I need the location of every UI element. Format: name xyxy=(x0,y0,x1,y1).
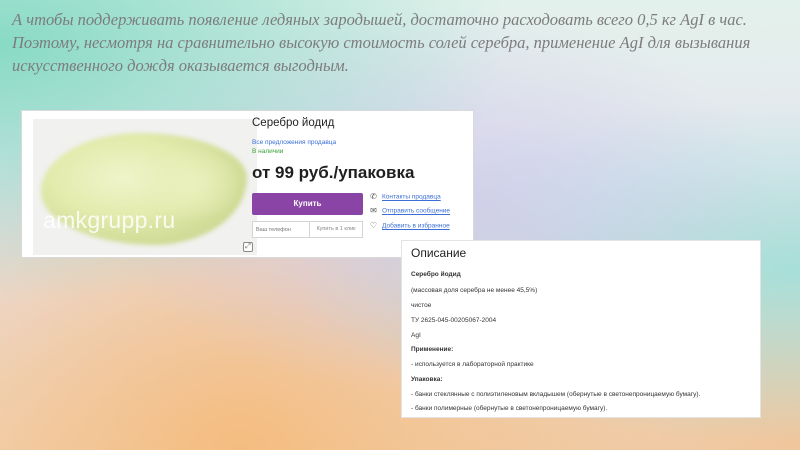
seller-contacts-label: Контакты продавца xyxy=(382,193,441,201)
description-standard: ТУ 2625-045-00205067-2004 xyxy=(411,317,497,324)
description-purity: чистое xyxy=(411,302,432,309)
envelope-icon: ✉ xyxy=(370,206,377,215)
phone-icon: ✆ xyxy=(370,192,377,201)
photo-watermark: amkgrupp.ru xyxy=(43,207,176,233)
send-message-link[interactable]: ✉ Отправить сообщение xyxy=(369,207,469,215)
add-favorite-link[interactable]: ♡ Добавить в избранное xyxy=(369,222,469,230)
description-usage: - используется в лабораторной практике xyxy=(411,361,534,368)
buy-button[interactable]: Купить xyxy=(252,193,363,215)
add-favorite-label: Добавить в избранное xyxy=(382,222,450,230)
one-click-buy-button[interactable]: Купить в 1 клик xyxy=(310,221,363,238)
send-message-label: Отправить сообщение xyxy=(382,207,451,215)
product-card: amkgrupp.ru ⤢ xyxy=(21,110,474,258)
phone-input[interactable] xyxy=(252,221,310,238)
stock-status: В наличии xyxy=(252,148,284,155)
zoom-icon[interactable]: ⤢ xyxy=(243,242,253,252)
description-product-name: Серебро йодид xyxy=(411,271,461,278)
heart-icon: ♡ xyxy=(369,221,378,230)
product-photo[interactable]: amkgrupp.ru ⤢ xyxy=(33,119,257,255)
product-price: от 99 руб./упаковка xyxy=(252,163,415,182)
description-silver-share: (массовая доля серебра не менее 45,5%) xyxy=(411,287,538,294)
description-formula: AgI xyxy=(411,332,421,339)
description-packaging-glass: - банки стеклянные с полиэтиленовым вкла… xyxy=(411,391,701,398)
product-title: Серебро йодид xyxy=(252,117,335,129)
seller-contacts-link[interactable]: ✆ Контакты продавца xyxy=(369,193,469,201)
slide-text: А чтобы поддерживать появление ледяных з… xyxy=(12,10,751,75)
description-packaging-heading: Упаковка: xyxy=(411,376,443,383)
description-packaging-polymer: - банки полимерные (обернутые в светонеп… xyxy=(411,405,608,412)
all-offers-link[interactable]: Все предложения продавца xyxy=(252,139,452,146)
description-heading: Описание xyxy=(411,246,467,260)
description-usage-heading: Применение: xyxy=(411,346,454,353)
